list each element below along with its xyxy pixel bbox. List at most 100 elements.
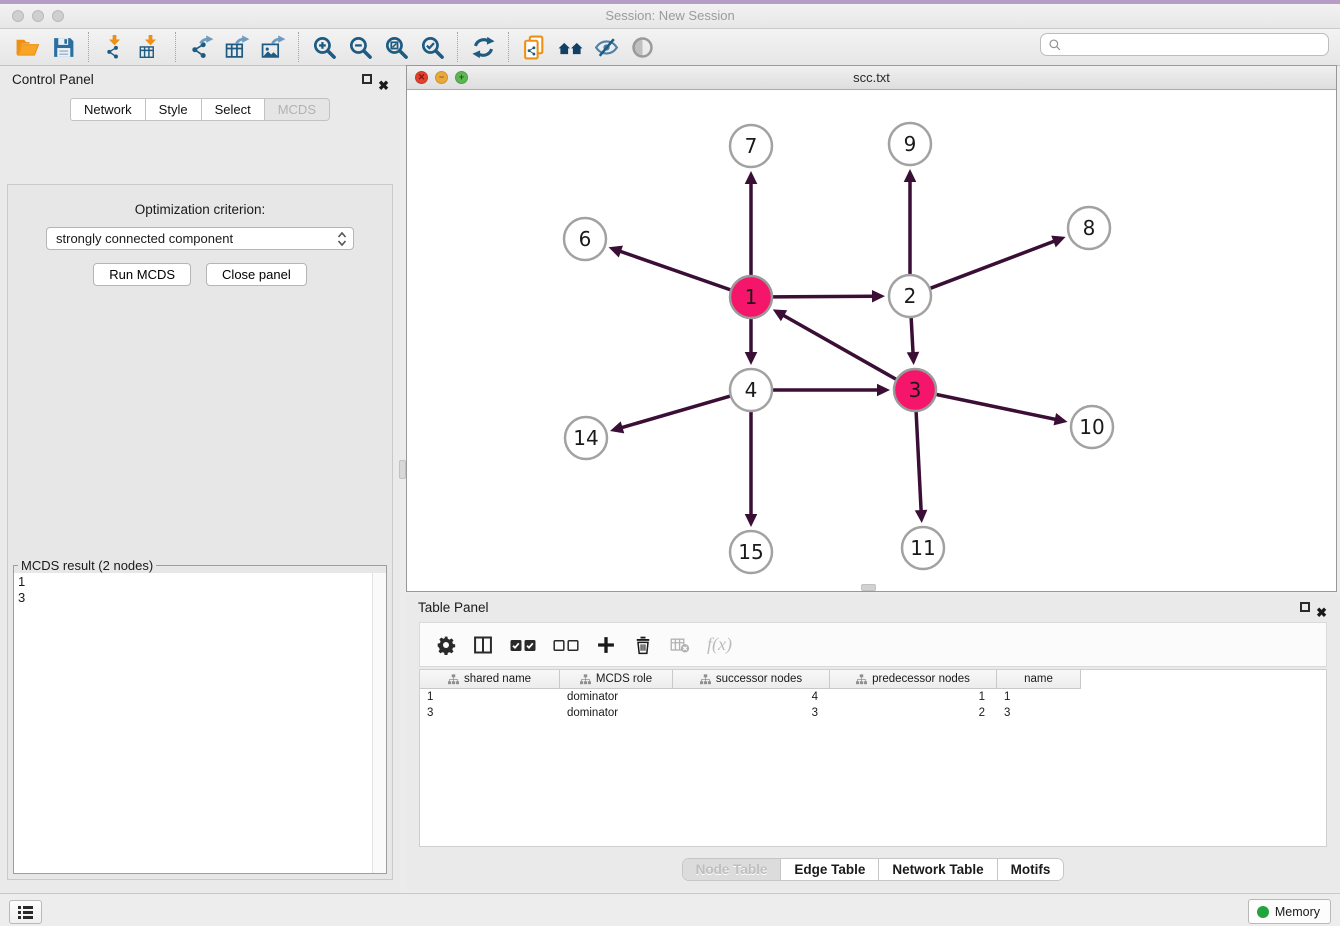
memory-status-icon (1257, 906, 1269, 918)
graph-edge-1-6[interactable] (619, 251, 730, 290)
list-icon (18, 906, 33, 919)
close-view-button[interactable]: ✕ (415, 71, 428, 84)
graph-edge-2-3[interactable] (911, 318, 913, 354)
network-window-titlebar[interactable]: ✕−+ scc.txt (407, 66, 1336, 90)
zoom-out-button[interactable] (344, 32, 376, 62)
mcds-result-fieldset: MCDS result (2 nodes) 1 3 (13, 558, 387, 874)
column-header-shared-name[interactable]: shared name (420, 670, 560, 689)
cell-successor-nodes[interactable]: 3 (673, 707, 830, 719)
tab-style[interactable]: Style (146, 98, 202, 121)
criterion-select[interactable]: strongly connected component (46, 227, 354, 250)
column-header-predecessor-nodes[interactable]: predecessor nodes (830, 670, 997, 689)
refresh-layout-button[interactable] (467, 32, 499, 62)
graph-node-label: 14 (573, 426, 598, 450)
edge-arrowhead (609, 246, 623, 258)
zoom-window-button[interactable] (52, 10, 64, 22)
select-all-columns-button[interactable] (510, 635, 536, 655)
unselect-all-columns-button[interactable] (553, 635, 579, 655)
column-header-name[interactable]: name (997, 670, 1081, 689)
export-image-button[interactable] (257, 32, 289, 62)
graph-edge-3-10[interactable] (937, 395, 1057, 420)
memory-button[interactable]: Memory (1248, 899, 1331, 924)
search-icon (1048, 38, 1062, 52)
vertical-splitter-handle[interactable] (399, 460, 406, 479)
memory-label: Memory (1275, 905, 1320, 919)
graph-edge-1-2[interactable] (773, 296, 874, 297)
tab-node-table[interactable]: Node Table (683, 859, 781, 880)
table-toolbar: f(x) (419, 622, 1327, 667)
close-window-button[interactable] (12, 10, 24, 22)
cell-shared-name[interactable]: 3 (420, 707, 560, 719)
horizontal-splitter-handle[interactable] (861, 584, 876, 591)
search-input[interactable] (1066, 34, 1328, 55)
cell-name[interactable]: 1 (997, 691, 1081, 703)
main-titlebar: Session: New Session (0, 4, 1340, 29)
cell-shared-name[interactable]: 1 (420, 691, 560, 703)
graph-edge-3-11[interactable] (916, 412, 921, 512)
edge-arrowhead (1054, 413, 1068, 425)
float-panel-icon[interactable] (362, 74, 372, 84)
graph-node-label: 7 (745, 134, 758, 158)
float-table-panel-icon[interactable] (1300, 602, 1310, 612)
edge-arrowhead (915, 510, 928, 523)
first-neighbors-button[interactable] (554, 32, 586, 62)
tab-motifs[interactable]: Motifs (997, 859, 1064, 880)
minimize-view-button[interactable]: − (435, 71, 448, 84)
graph-node-label: 6 (579, 227, 592, 251)
run-mcds-button[interactable]: Run MCDS (93, 263, 191, 286)
cell-MCDS-role[interactable]: dominator (560, 691, 673, 703)
network-window-title: scc.txt (853, 70, 890, 85)
sort-hierarchy-icon (580, 674, 591, 685)
tab-edge-table[interactable]: Edge Table (780, 859, 878, 880)
create-column-button[interactable] (596, 635, 616, 655)
cell-successor-nodes[interactable]: 4 (673, 691, 830, 703)
import-table-button[interactable] (134, 32, 166, 62)
close-panel-icon[interactable] (378, 72, 389, 100)
show-columns-button[interactable] (473, 635, 493, 655)
column-header-MCDS-role[interactable]: MCDS role (560, 670, 673, 689)
cell-predecessor-nodes[interactable]: 1 (830, 691, 997, 703)
open-file-button[interactable] (11, 32, 43, 62)
node-table: shared nameMCDS rolesuccessor nodesprede… (419, 669, 1327, 847)
graph-node-label: 8 (1083, 216, 1096, 240)
import-network-button[interactable] (98, 32, 130, 62)
network-canvas[interactable]: 1234678910111415 (407, 89, 1336, 591)
table-row[interactable]: 1dominator411 (420, 689, 1326, 705)
hide-selected-button[interactable] (590, 32, 622, 62)
control-panel-title: Control Panel (12, 72, 94, 87)
export-network-button[interactable] (185, 32, 217, 62)
result-scrollbar[interactable] (372, 573, 386, 873)
cell-MCDS-role[interactable]: dominator (560, 707, 673, 719)
network-view-window: ✕−+ scc.txt 1234678910111415 (406, 65, 1337, 592)
minimize-window-button[interactable] (32, 10, 44, 22)
task-history-button[interactable] (9, 900, 42, 924)
graph-edge-2-8[interactable] (931, 241, 1056, 288)
tab-select[interactable]: Select (202, 98, 265, 121)
graph-node-label: 2 (904, 284, 917, 308)
clone-network-button[interactable] (518, 32, 550, 62)
table-row[interactable]: 3dominator323 (420, 705, 1326, 721)
graph-node-label: 9 (904, 132, 917, 156)
zoom-selected-button[interactable] (416, 32, 448, 62)
graph-edge-4-14[interactable] (621, 396, 730, 428)
sort-hierarchy-icon (448, 674, 459, 685)
graph-edge-3-1[interactable] (782, 315, 896, 379)
tab-network-table[interactable]: Network Table (878, 859, 996, 880)
edge-arrowhead (745, 352, 758, 365)
table-settings-button[interactable] (436, 635, 456, 655)
close-panel-button[interactable]: Close panel (206, 263, 307, 286)
column-header-successor-nodes[interactable]: successor nodes (673, 670, 830, 689)
search-field[interactable] (1040, 33, 1329, 56)
cell-predecessor-nodes[interactable]: 2 (830, 707, 997, 719)
cell-name[interactable]: 3 (997, 707, 1081, 719)
zoom-view-button[interactable]: + (455, 71, 468, 84)
delete-columns-button[interactable] (633, 635, 653, 655)
zoom-in-button[interactable] (308, 32, 340, 62)
tab-mcds[interactable]: MCDS (265, 98, 330, 121)
mcds-result-text: 1 3 (18, 574, 386, 606)
save-session-button[interactable] (47, 32, 79, 62)
zoom-fit-button[interactable] (380, 32, 412, 62)
control-panel-tabs: NetworkStyleSelectMCDS (0, 98, 400, 121)
tab-network[interactable]: Network (70, 98, 146, 121)
export-table-button[interactable] (221, 32, 253, 62)
